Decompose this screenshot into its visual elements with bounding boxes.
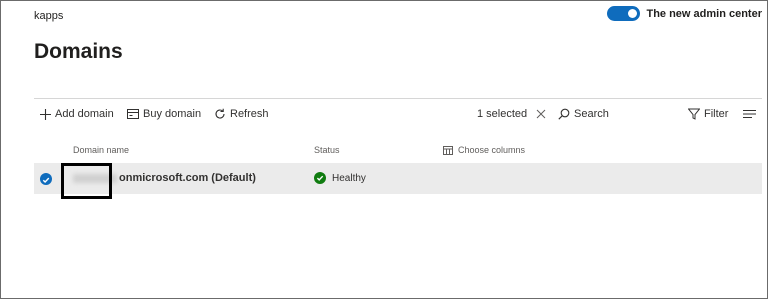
status-cell: Healthy xyxy=(314,172,366,184)
choose-columns-label: Choose columns xyxy=(458,145,526,155)
refresh-label: Refresh xyxy=(230,108,269,120)
column-header-status[interactable]: Status xyxy=(314,145,340,155)
selection-count: 1 selected xyxy=(477,104,547,124)
toggle-label: The new admin center xyxy=(646,7,762,20)
buy-icon xyxy=(127,109,139,119)
view-options-button[interactable] xyxy=(743,104,756,124)
domain-name-text: onmicrosoft.com (Default) xyxy=(119,172,256,184)
header-divider xyxy=(34,98,762,99)
add-domain-label: Add domain xyxy=(55,108,114,120)
healthy-icon xyxy=(314,172,326,184)
search-button[interactable]: Search xyxy=(558,104,609,124)
page-title: Domains xyxy=(34,40,123,63)
add-domain-button[interactable]: Add domain xyxy=(40,104,114,124)
add-icon xyxy=(40,108,51,120)
table-row[interactable]: onmicrosoft.com (Default) Healthy xyxy=(34,163,762,194)
selected-label: 1 selected xyxy=(477,108,528,120)
column-header-domain[interactable]: Domain name xyxy=(73,145,129,155)
close-icon[interactable] xyxy=(535,108,547,120)
column-status-label: Status xyxy=(314,145,340,155)
filter-icon xyxy=(688,108,700,120)
filter-button[interactable]: Filter xyxy=(688,104,728,124)
menu-icon xyxy=(743,109,756,119)
admin-center-toggle[interactable]: The new admin center xyxy=(607,6,762,21)
refresh-icon xyxy=(215,108,225,119)
refresh-button[interactable]: Refresh xyxy=(214,104,269,124)
choose-columns-button[interactable]: Choose columns xyxy=(443,145,525,155)
toggle-switch[interactable] xyxy=(607,6,641,21)
row-checkbox[interactable] xyxy=(40,173,52,185)
search-icon xyxy=(558,108,570,120)
redaction-box xyxy=(61,163,112,199)
tenant-name: kapps xyxy=(34,10,64,22)
buy-domain-label: Buy domain xyxy=(143,108,202,120)
choose-columns-icon xyxy=(443,145,453,155)
buy-domain-button[interactable]: Buy domain xyxy=(127,104,201,124)
toggle-knob xyxy=(628,9,638,18)
search-label: Search xyxy=(574,108,609,120)
status-text: Healthy xyxy=(332,172,366,184)
filter-label: Filter xyxy=(704,108,729,120)
column-domain-label: Domain name xyxy=(73,145,130,155)
toolbar: Add domain Buy domain Refresh 1 selected… xyxy=(34,104,760,124)
checkmark-icon xyxy=(42,177,50,184)
